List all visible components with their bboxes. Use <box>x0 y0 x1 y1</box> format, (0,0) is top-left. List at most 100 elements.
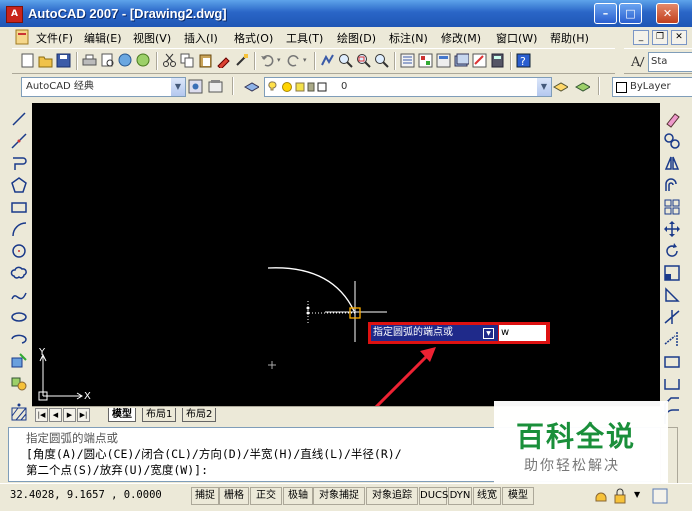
menu-tools[interactable]: 工具(T) <box>286 30 323 46</box>
last-tab-button[interactable]: ▶| <box>77 408 90 422</box>
sheet-set-icon[interactable] <box>454 53 469 68</box>
menu-modify[interactable]: 修改(M) <box>441 30 481 46</box>
scale-icon[interactable] <box>663 264 681 282</box>
line-icon[interactable] <box>10 110 28 128</box>
layer-combo[interactable]: 0 ▼ <box>264 77 552 97</box>
design-center-icon[interactable] <box>418 53 433 68</box>
layer-properties-icon[interactable] <box>244 79 259 94</box>
clean-screen-icon[interactable] <box>652 488 668 504</box>
copy-icon[interactable] <box>180 53 195 68</box>
tab-layout1[interactable]: 布局1 <box>142 408 177 422</box>
zoom-previous-icon[interactable] <box>374 53 389 68</box>
minimize-button[interactable]: – <box>594 3 617 24</box>
workspace-settings-icon[interactable] <box>188 79 203 94</box>
join-icon[interactable] <box>663 374 681 392</box>
properties-icon[interactable] <box>400 53 415 68</box>
spline-icon[interactable] <box>10 286 28 304</box>
zoom-realtime-icon[interactable] <box>338 53 353 68</box>
hatch-icon[interactable] <box>10 402 28 424</box>
publish-icon[interactable] <box>118 53 133 68</box>
tab-model[interactable]: 模型 <box>108 408 136 422</box>
erase-icon[interactable] <box>663 110 681 128</box>
communication-center-icon[interactable] <box>593 488 609 504</box>
revision-cloud-icon[interactable] <box>10 264 28 282</box>
rectangle-icon[interactable] <box>10 198 28 216</box>
quickcalc-icon[interactable] <box>490 53 505 68</box>
model-toggle[interactable]: 模型 <box>502 487 534 505</box>
otrack-toggle[interactable]: 对象追踪 <box>366 487 418 505</box>
drawing-canvas[interactable]: Y X <box>32 103 660 406</box>
mdi-minimize-button[interactable]: _ <box>633 30 649 45</box>
menu-edit[interactable]: 编辑(E) <box>84 30 122 46</box>
menu-draw[interactable]: 绘图(D) <box>337 30 376 46</box>
text-style-icon[interactable]: A <box>630 53 645 68</box>
undo-icon[interactable] <box>260 53 275 68</box>
offset-icon[interactable] <box>663 176 681 194</box>
document-icon[interactable] <box>14 29 30 45</box>
array-icon[interactable] <box>663 198 681 216</box>
construction-line-icon[interactable] <box>10 132 28 150</box>
zoom-window-icon[interactable] <box>356 53 371 68</box>
arc-icon[interactable] <box>10 220 28 238</box>
copy-object-icon[interactable] <box>663 132 681 150</box>
osnap-toggle[interactable]: 对象捕捉 <box>313 487 365 505</box>
ortho-toggle[interactable]: 正交 <box>250 487 282 505</box>
make-block-icon[interactable] <box>10 374 28 392</box>
pan-realtime-icon[interactable] <box>320 53 335 68</box>
polar-toggle[interactable]: 极轴 <box>283 487 313 505</box>
print-icon[interactable] <box>82 53 97 68</box>
menu-help[interactable]: 帮助(H) <box>550 30 589 46</box>
cut-icon[interactable] <box>162 53 177 68</box>
3d-dwf-icon[interactable] <box>136 53 151 68</box>
title-bar[interactable]: A AutoCAD 2007 - [Drawing2.dwg] – □ ✕ <box>0 0 692 27</box>
mirror-icon[interactable] <box>663 154 681 172</box>
redo-icon[interactable] <box>286 53 301 68</box>
rotate-icon[interactable] <box>663 242 681 260</box>
first-tab-button[interactable]: |◀ <box>35 408 48 422</box>
dyn-toggle[interactable]: DYN <box>448 487 472 505</box>
help-icon[interactable]: ? <box>516 53 531 68</box>
open-icon[interactable] <box>38 53 53 68</box>
break-icon[interactable] <box>663 352 681 370</box>
circle-icon[interactable] <box>10 242 28 260</box>
dynamic-input-field[interactable] <box>499 325 546 341</box>
lineweight-toggle[interactable]: 线宽 <box>473 487 501 505</box>
ducs-toggle[interactable]: DUCS <box>419 487 448 505</box>
polygon-icon[interactable] <box>10 176 28 194</box>
prev-tab-button[interactable]: ◀ <box>49 408 62 422</box>
lock-icon[interactable] <box>612 488 628 504</box>
stretch-icon[interactable] <box>663 286 681 304</box>
move-icon[interactable] <box>663 220 681 238</box>
coordinate-readout[interactable]: 32.4028, 9.1657 , 0.0000 <box>10 489 162 501</box>
new-icon[interactable] <box>20 53 35 68</box>
menu-dimension[interactable]: 标注(N) <box>389 30 428 46</box>
down-arrow-icon[interactable]: ▼ <box>483 328 494 339</box>
plot-preview-icon[interactable] <box>100 53 115 68</box>
layer-previous-icon[interactable] <box>208 79 223 94</box>
layer-previous-icon-2[interactable] <box>575 79 590 94</box>
workspace-combo[interactable]: AutoCAD 经典 ▼ <box>21 77 186 97</box>
tab-layout2[interactable]: 布局2 <box>182 408 217 422</box>
match-properties-icon[interactable] <box>216 53 231 68</box>
save-icon[interactable] <box>56 53 71 68</box>
color-combo[interactable]: ByLayer <box>612 77 692 97</box>
next-tab-button[interactable]: ▶ <box>63 408 76 422</box>
text-style-combo[interactable]: Sta <box>648 52 692 72</box>
insert-block-icon[interactable] <box>10 352 28 370</box>
grid-toggle[interactable]: 栅格 <box>219 487 249 505</box>
menu-file[interactable]: 文件(F) <box>36 30 73 46</box>
menu-view[interactable]: 视图(V) <box>133 30 171 46</box>
snap-toggle[interactable]: 捕捉 <box>191 487 219 505</box>
trim-icon[interactable] <box>663 308 681 326</box>
menu-insert[interactable]: 插入(I) <box>184 30 218 46</box>
paste-icon[interactable] <box>198 53 213 68</box>
ellipse-arc-icon[interactable] <box>10 330 28 348</box>
extend-icon[interactable] <box>663 330 681 348</box>
mdi-close-button[interactable]: ✕ <box>671 30 687 45</box>
menu-format[interactable]: 格式(O) <box>234 30 273 46</box>
maximize-button[interactable]: □ <box>619 3 642 24</box>
block-editor-icon[interactable] <box>234 53 249 68</box>
menu-window[interactable]: 窗口(W) <box>496 30 537 46</box>
markup-set-icon[interactable] <box>472 53 487 68</box>
mdi-restore-button[interactable]: ❐ <box>652 30 668 45</box>
